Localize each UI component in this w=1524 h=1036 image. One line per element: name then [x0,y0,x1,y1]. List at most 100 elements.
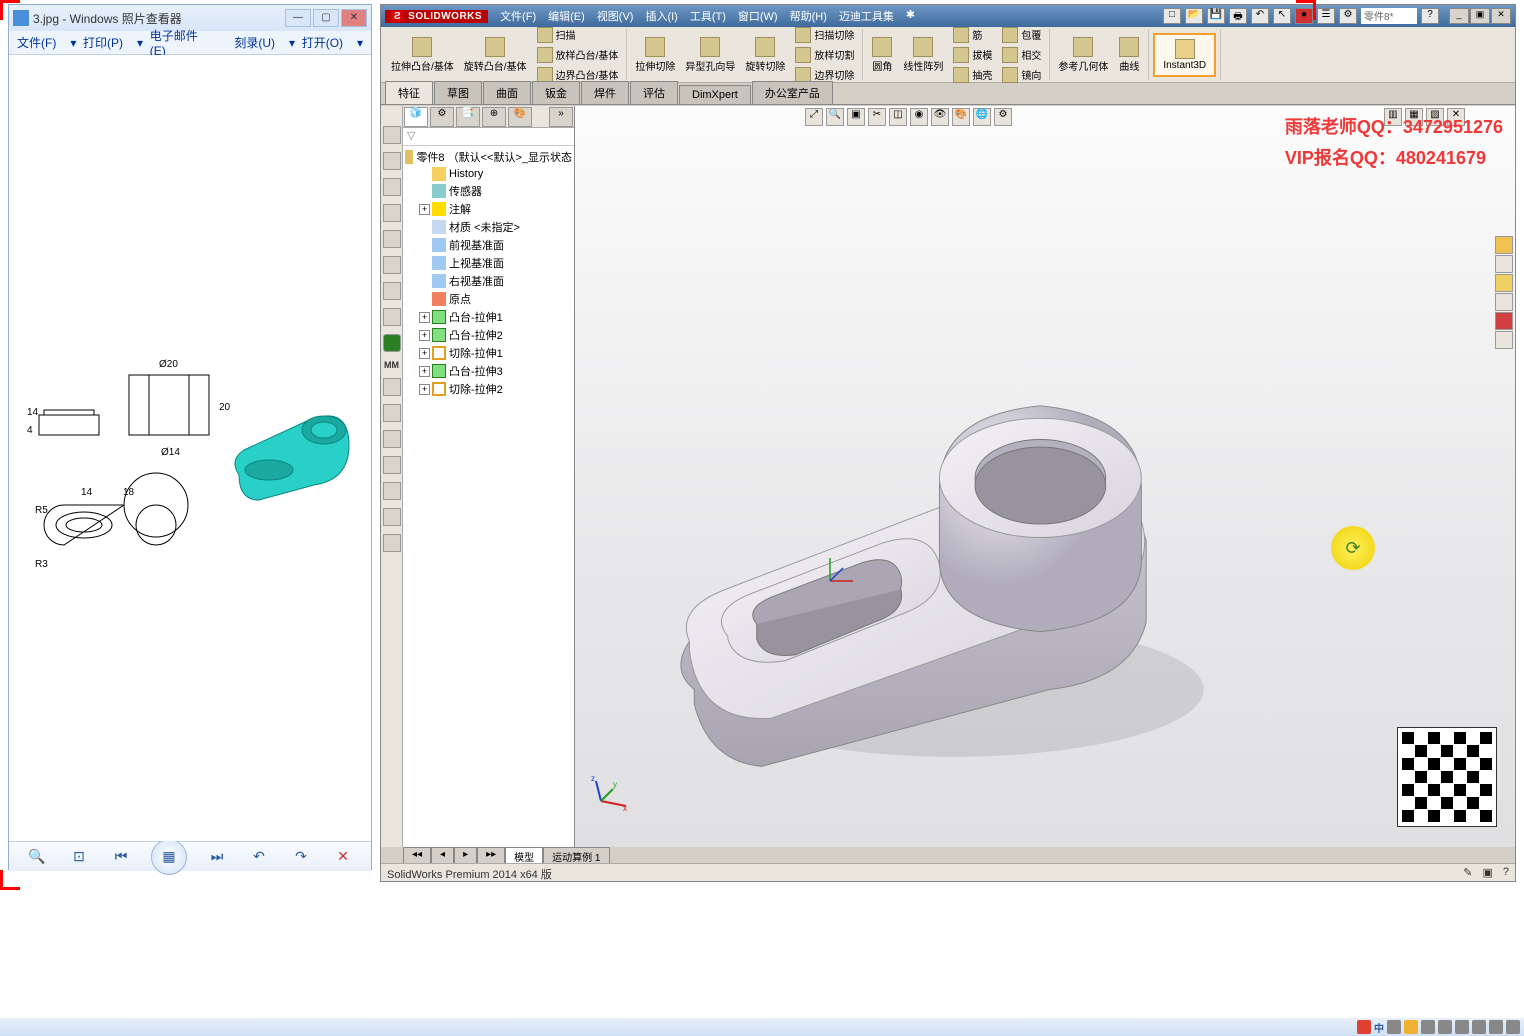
3d-viewport[interactable]: ⤢ 🔍 ▣ ✂ ◫ ◉ 👁 🎨 🌐 ⚙ ▥ ▦ ▧ ✕ 雨落老师QQ：34729… [575,106,1515,847]
delete-icon[interactable]: ✕ [331,845,355,869]
tab-surface[interactable]: 曲面 [483,81,531,104]
status-edit-icon[interactable]: ✎ [1463,866,1472,879]
status-help-icon[interactable]: ? [1503,866,1509,879]
linear-pattern-button[interactable]: 线性阵列 [899,35,947,75]
maximize-button[interactable]: ▢ [313,9,339,27]
extrude-cut-button[interactable]: 拉伸切除 [631,35,679,75]
tree-filter-input[interactable]: ▽ [403,128,574,146]
view-settings-icon[interactable]: ⚙ [994,108,1012,126]
menu-edit[interactable]: 编辑(E) [548,8,585,24]
new-icon[interactable]: □ [1163,8,1181,24]
tree-tab-prop-icon[interactable]: ⚙ [430,107,454,127]
display-icon[interactable]: ◉ [910,108,928,126]
tree-tab-feature-icon[interactable]: 🧊 [404,107,428,127]
tab-motion[interactable]: 运动算例 1 [543,847,609,863]
sweep-button[interactable]: 扫描 [533,25,623,45]
tray-icon[interactable] [1387,1020,1401,1034]
ref-geometry-button[interactable]: 参考几何体 [1054,35,1112,75]
menu-help[interactable]: 帮助(H) [790,8,827,24]
zoomfit-icon[interactable]: ▣ [847,108,865,126]
btab-nav[interactable]: ◂ [431,847,454,863]
menu-pin-icon[interactable]: ✱ [906,8,915,24]
tree-node[interactable]: +切除-拉伸2 [405,380,572,398]
save-icon[interactable]: 💾 [1207,8,1225,24]
extrude-boss-button[interactable]: 拉伸凸台/基体 [387,35,458,75]
select-icon[interactable]: ↖ [1273,8,1291,24]
tab-weldment[interactable]: 焊件 [581,81,629,104]
menu-window[interactable]: 窗口(W) [738,8,778,24]
options-icon[interactable]: ☰ [1317,8,1335,24]
tree-tab-config-icon[interactable]: 📑 [456,107,480,127]
tab-features[interactable]: 特征 [385,81,433,104]
rotate-ccw-icon[interactable]: ↶ [247,845,271,869]
tray-icon[interactable] [1421,1020,1435,1034]
view-icon[interactable]: ◫ [889,108,907,126]
mirror-button[interactable]: 镜向 [998,65,1045,85]
tree-node[interactable]: 右视基准面 [405,272,572,290]
st-icon[interactable] [383,308,401,326]
pv-menu-file[interactable]: 文件(F) [17,34,56,51]
menu-view[interactable]: 视图(V) [597,8,634,24]
tree-node[interactable]: 传感器 [405,182,572,200]
tree-root[interactable]: 零件8 （默认<<默认>_显示状态 [405,148,572,166]
tab-office[interactable]: 办公室产品 [752,81,833,104]
tab-sketch[interactable]: 草图 [434,81,482,104]
taskpane-icon[interactable] [1495,236,1513,254]
tree-expand-icon[interactable]: » [549,107,573,127]
orient-icon[interactable]: ⤢ [805,108,823,126]
st-icon[interactable] [383,508,401,526]
tray-icon[interactable] [1472,1020,1486,1034]
taskpane-icon[interactable] [1495,331,1513,349]
tree-tab-display-icon[interactable]: 🎨 [508,107,532,127]
tray-icon[interactable] [1404,1020,1418,1034]
pv-menu-print[interactable]: 打印(P) [83,34,123,51]
sweep-cut-button[interactable]: 扫描切除 [791,25,858,45]
st-icon[interactable] [383,126,401,144]
revolve-boss-button[interactable]: 旋转凸台/基体 [460,35,531,75]
zoom-icon[interactable]: 🔍 [25,845,49,869]
prev-icon[interactable]: ⏮ [109,845,133,869]
menu-insert[interactable]: 插入(I) [645,8,677,24]
st-icon[interactable] [383,282,401,300]
wrap-button[interactable]: 包覆 [998,25,1045,45]
windows-taskbar[interactable]: 中 [0,1018,1524,1036]
intersect-button[interactable]: 相交 [998,45,1045,65]
tab-sheetmetal[interactable]: 钣金 [532,81,580,104]
st-icon[interactable] [383,430,401,448]
tree-node[interactable]: 前视基准面 [405,236,572,254]
status-custom-icon[interactable]: ▣ [1482,866,1492,879]
close-button[interactable]: ✕ [341,9,367,27]
tab-model[interactable]: 模型 [505,847,543,863]
tab-evaluate[interactable]: 评估 [630,81,678,104]
zoom-icon[interactable]: 🔍 [826,108,844,126]
tree-node[interactable]: History [405,166,572,182]
st-icon[interactable] [383,230,401,248]
menu-file[interactable]: 文件(F) [500,8,536,24]
tray-icon[interactable] [1357,1020,1371,1034]
tree-node[interactable]: 上视基准面 [405,254,572,272]
appear-icon[interactable]: 🌐 [973,108,991,126]
st-icon[interactable] [383,204,401,222]
taskpane-icon[interactable] [1495,274,1513,292]
st-icon[interactable] [383,456,401,474]
tree-node[interactable]: 材质 <未指定> [405,218,572,236]
undo-icon[interactable]: ↶ [1251,8,1269,24]
print-icon[interactable]: 🖶 [1229,8,1247,24]
ime-indicator[interactable]: 中 [1374,1020,1384,1035]
doc-minimize-button[interactable]: _ [1449,8,1469,24]
tree-node[interactable]: +切除-拉伸1 [405,344,572,362]
st-icon[interactable] [383,256,401,274]
curves-button[interactable]: 曲线 [1114,35,1144,75]
st-icon[interactable] [383,378,401,396]
btab-nav[interactable]: ◂◂ [403,847,431,863]
next-icon[interactable]: ⏭ [205,845,229,869]
menu-maidi[interactable]: 迈迪工具集 [839,8,894,24]
pv-menu-burn[interactable]: 刻录(U) [234,34,275,51]
taskpane-icon[interactable] [1495,255,1513,273]
tree-node[interactable]: +注解 [405,200,572,218]
btab-nav[interactable]: ▸▸ [477,847,505,863]
tray-icon[interactable] [1506,1020,1520,1034]
revolve-cut-button[interactable]: 旋转切除 [741,35,789,75]
slideshow-button[interactable]: ▦ [151,839,187,875]
feature-tree[interactable]: 零件8 （默认<<默认>_显示状态 History传感器+注解材质 <未指定>前… [403,146,574,847]
